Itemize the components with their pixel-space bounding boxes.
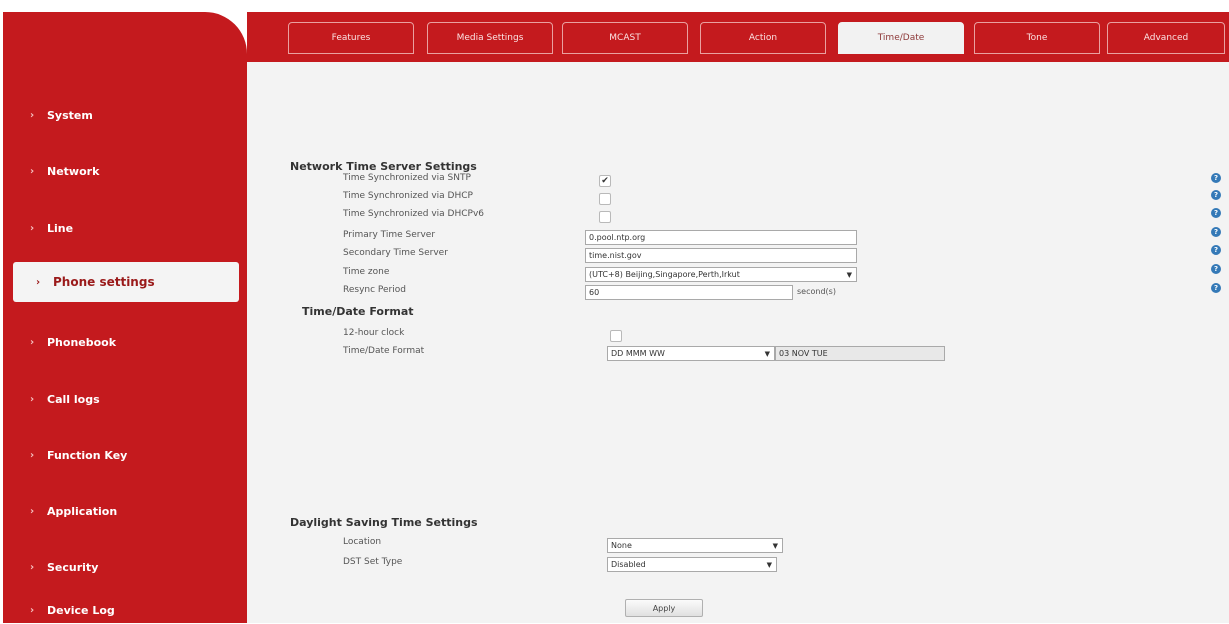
time-date-format-value: DD MMM WW: [611, 349, 665, 358]
time-date-format-preview: 03 NOV TUE: [775, 346, 945, 361]
dst-section-title: Daylight Saving Time Settings: [290, 516, 478, 529]
bullet-icon: ›: [29, 505, 35, 517]
sidebar-item-label: Security: [47, 560, 99, 574]
help-icon[interactable]: ?: [1211, 227, 1221, 237]
dhcp-checkbox[interactable]: [599, 193, 611, 205]
sidebar-item-phone-settings[interactable]: › Phone settings: [13, 262, 239, 302]
bullet-icon: ›: [29, 165, 35, 177]
tab-time-date[interactable]: Time/Date: [838, 22, 964, 54]
timezone-value: (UTC+8) Beijing,Singapore,Perth,Irkut: [589, 270, 740, 279]
network-time-section-title: Network Time Server Settings: [290, 160, 477, 173]
location-select[interactable]: None ▼: [607, 538, 783, 553]
chevron-down-icon: ▼: [772, 542, 778, 550]
bullet-icon: ›: [29, 393, 35, 405]
primary-server-label: Primary Time Server: [343, 230, 436, 240]
tab-action[interactable]: Action: [700, 22, 826, 54]
content-panel: Network Time Server Settings Time Synchr…: [247, 62, 1229, 623]
sidebar-item-label: Call logs: [47, 392, 100, 406]
hour12-label: 12-hour clock: [343, 328, 405, 338]
sidebar-item-label: Function Key: [47, 448, 128, 462]
apply-button[interactable]: Apply: [625, 599, 703, 617]
secondary-server-label: Secondary Time Server: [343, 248, 448, 258]
help-icon[interactable]: ?: [1211, 245, 1221, 255]
timezone-label: Time zone: [343, 267, 390, 277]
dhcp-label: Time Synchronized via DHCP: [343, 191, 473, 201]
sidebar-item-system[interactable]: › System: [3, 101, 247, 129]
location-value: None: [611, 541, 632, 550]
bullet-icon: ›: [35, 276, 41, 288]
timezone-select[interactable]: (UTC+8) Beijing,Singapore,Perth,Irkut ▼: [585, 267, 857, 282]
tab-tone[interactable]: Tone: [974, 22, 1100, 54]
tab-bar: Features Media Settings MCAST Action Tim…: [247, 12, 1229, 62]
sidebar-item-application[interactable]: › Application: [3, 497, 247, 525]
sidebar-item-function-key[interactable]: › Function Key: [3, 441, 247, 469]
help-icon[interactable]: ?: [1211, 190, 1221, 200]
help-icon[interactable]: ?: [1211, 173, 1221, 183]
bullet-icon: ›: [29, 222, 35, 234]
hour12-checkbox[interactable]: [610, 330, 622, 342]
time-date-format-label: Time/Date Format: [343, 346, 425, 356]
sidebar-item-line[interactable]: › Line: [3, 214, 247, 242]
sidebar-item-call-logs[interactable]: › Call logs: [3, 385, 247, 413]
sidebar-item-label: Phone settings: [53, 275, 155, 289]
resync-unit: second(s): [797, 287, 836, 296]
time-format-section-title: Time/Date Format: [302, 305, 414, 318]
sidebar-item-label: System: [47, 108, 93, 122]
sidebar-item-security[interactable]: › Security: [3, 553, 247, 581]
sidebar-item-label: Phonebook: [47, 335, 117, 349]
sidebar: › System › Network › Line › Phone settin…: [3, 12, 247, 623]
bullet-icon: ›: [29, 336, 35, 348]
tab-media-settings[interactable]: Media Settings: [427, 22, 553, 54]
bullet-icon: ›: [29, 449, 35, 461]
chevron-down-icon: ▼: [846, 271, 852, 279]
sidebar-item-label: Network: [47, 164, 100, 178]
chevron-down-icon: ▼: [766, 561, 772, 569]
dst-type-select[interactable]: Disabled ▼: [607, 557, 777, 572]
resync-label: Resync Period: [343, 285, 406, 295]
bullet-icon: ›: [29, 561, 35, 573]
resync-period-input[interactable]: 60: [585, 285, 793, 300]
tab-mcast[interactable]: MCAST: [562, 22, 688, 54]
sidebar-item-label: Line: [47, 221, 74, 235]
time-date-format-select[interactable]: DD MMM WW ▼: [607, 346, 775, 361]
sidebar-item-phonebook[interactable]: › Phonebook: [3, 328, 247, 356]
tab-features[interactable]: Features: [288, 22, 414, 54]
bullet-icon: ›: [29, 109, 35, 121]
help-icon[interactable]: ?: [1211, 208, 1221, 218]
location-label: Location: [343, 537, 382, 547]
dhcpv6-label: Time Synchronized via DHCPv6: [343, 209, 484, 219]
sidebar-item-network[interactable]: › Network: [3, 157, 247, 185]
dst-type-label: DST Set Type: [343, 557, 403, 567]
chevron-down-icon: ▼: [764, 350, 770, 358]
sidebar-item-device-log[interactable]: › Device Log: [3, 596, 247, 624]
sidebar-item-label: Application: [47, 504, 118, 518]
secondary-server-input[interactable]: time.nist.gov: [585, 248, 857, 263]
sntp-label: Time Synchronized via SNTP: [343, 173, 471, 183]
help-icon[interactable]: ?: [1211, 283, 1221, 293]
tab-advanced[interactable]: Advanced: [1107, 22, 1225, 54]
dst-type-value: Disabled: [611, 560, 646, 569]
help-icon[interactable]: ?: [1211, 264, 1221, 274]
sidebar-item-label: Device Log: [47, 603, 115, 617]
dhcpv6-checkbox[interactable]: [599, 211, 611, 223]
bullet-icon: ›: [29, 604, 35, 616]
primary-server-input[interactable]: 0.pool.ntp.org: [585, 230, 857, 245]
sntp-checkbox[interactable]: ✔: [599, 175, 611, 187]
